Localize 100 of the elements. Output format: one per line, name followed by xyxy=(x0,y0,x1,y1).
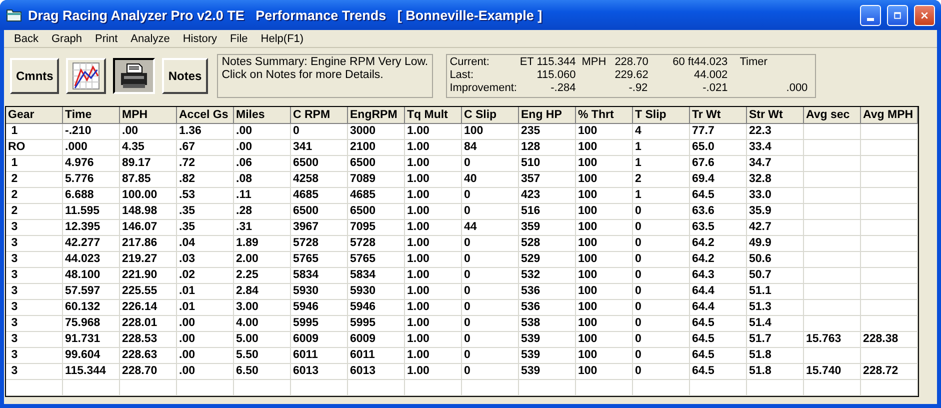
table-cell: 1 xyxy=(6,156,63,172)
table-cell: 57.597 xyxy=(63,284,120,300)
menu-item[interactable]: Graph xyxy=(46,32,90,44)
result-label: Last: xyxy=(450,69,475,82)
table-cell: 7089 xyxy=(348,172,405,188)
graph-button[interactable] xyxy=(66,58,106,94)
table-cell: 100 xyxy=(576,188,633,204)
mph-value: -.92 xyxy=(628,82,648,95)
table-cell: 0 xyxy=(633,284,690,300)
table-cell: 0 xyxy=(462,300,519,316)
menu-item[interactable]: File xyxy=(225,32,256,44)
empty-cell xyxy=(405,380,462,396)
empty-cell xyxy=(234,380,291,396)
toolbar-button[interactable]: Cmnts xyxy=(10,58,60,94)
close-button[interactable] xyxy=(914,4,935,26)
table-cell: 63.5 xyxy=(690,220,747,236)
table-cell: 67.6 xyxy=(690,156,747,172)
empty-cell xyxy=(804,156,861,172)
table-cell: 15.740 xyxy=(804,364,861,380)
table-cell: 44 xyxy=(462,220,519,236)
table-cell: 3 xyxy=(6,268,63,284)
table-cell: 1 xyxy=(633,188,690,204)
table-cell: .00 xyxy=(177,332,234,348)
empty-cell xyxy=(804,284,861,300)
empty-cell xyxy=(348,380,405,396)
empty-cell xyxy=(804,380,861,396)
menu-item[interactable]: History xyxy=(178,32,226,44)
table-cell: 528 xyxy=(519,236,576,252)
toolbar-button[interactable]: Notes xyxy=(162,58,208,94)
table-cell: .04 xyxy=(177,236,234,252)
empty-cell xyxy=(861,124,918,140)
menu-item[interactable]: Analyze xyxy=(126,32,178,44)
empty-cell xyxy=(861,316,918,332)
empty-cell xyxy=(747,380,804,396)
timer-value: .000 xyxy=(785,82,808,95)
table-cell: 33.0 xyxy=(747,188,804,204)
minimize-button[interactable] xyxy=(860,4,881,26)
table-cell: 1.00 xyxy=(405,268,462,284)
sixty-foot-value: -.021 xyxy=(702,82,728,95)
table-cell: 4685 xyxy=(348,188,405,204)
table-cell: 100 xyxy=(576,236,633,252)
table-cell: 0 xyxy=(462,284,519,300)
table-cell: 2.25 xyxy=(234,268,291,284)
menu-item[interactable]: Print xyxy=(90,32,126,44)
table-cell: 3967 xyxy=(291,220,348,236)
print-button[interactable] xyxy=(113,58,156,94)
table-cell: 5.776 xyxy=(63,172,120,188)
table-cell: .03 xyxy=(177,252,234,268)
table-cell: 99.604 xyxy=(63,348,120,364)
empty-cell xyxy=(804,252,861,268)
maximize-button[interactable] xyxy=(887,4,908,26)
table-cell: 12.395 xyxy=(63,220,120,236)
table-cell: 536 xyxy=(519,300,576,316)
mph-value: 228.70 xyxy=(614,56,648,69)
table-cell: 6.688 xyxy=(63,188,120,204)
table-cell: 2 xyxy=(6,188,63,204)
table-cell: 89.17 xyxy=(120,156,177,172)
table-cell: 64.5 xyxy=(690,188,747,204)
table-cell: 1.00 xyxy=(405,220,462,236)
table-cell: 5.50 xyxy=(234,348,291,364)
table-cell: 5834 xyxy=(348,268,405,284)
table-cell: 64.5 xyxy=(690,316,747,332)
table-cell: 3 xyxy=(6,300,63,316)
table-cell: 100 xyxy=(576,220,633,236)
table-cell: 5765 xyxy=(291,252,348,268)
column-header: Tq Mult xyxy=(405,107,462,124)
table-cell: 6011 xyxy=(291,348,348,364)
table-cell: 7095 xyxy=(348,220,405,236)
table-cell: 1.00 xyxy=(405,204,462,220)
table-cell: 510 xyxy=(519,156,576,172)
menu-item[interactable]: Help(F1) xyxy=(256,32,312,44)
empty-cell xyxy=(861,300,918,316)
table-cell: 0 xyxy=(633,332,690,348)
table-cell: 100 xyxy=(576,364,633,380)
et-value: -.284 xyxy=(550,82,576,95)
table-cell: 1.00 xyxy=(405,284,462,300)
table-cell: .01 xyxy=(177,300,234,316)
table-cell: 539 xyxy=(519,364,576,380)
table-cell: 5728 xyxy=(348,236,405,252)
table-cell: 3 xyxy=(6,332,63,348)
empty-cell xyxy=(576,380,633,396)
table-cell: 1.00 xyxy=(405,252,462,268)
table-cell: .11 xyxy=(234,188,291,204)
table-cell: 75.968 xyxy=(63,316,120,332)
empty-cell xyxy=(291,380,348,396)
empty-cell xyxy=(519,380,576,396)
table-cell: 64.3 xyxy=(690,268,747,284)
table-cell: 84 xyxy=(462,140,519,156)
empty-cell xyxy=(690,380,747,396)
table-cell: 341 xyxy=(291,140,348,156)
table-cell: 1.00 xyxy=(405,316,462,332)
table-cell: 60.132 xyxy=(63,300,120,316)
empty-cell xyxy=(804,348,861,364)
table-cell: 228.70 xyxy=(120,364,177,380)
table-cell: 0 xyxy=(462,188,519,204)
table-cell: 100 xyxy=(576,332,633,348)
empty-cell xyxy=(861,268,918,284)
table-cell: 115.344 xyxy=(63,364,120,380)
table-cell: 91.731 xyxy=(63,332,120,348)
menu-item[interactable]: Back xyxy=(9,32,46,44)
